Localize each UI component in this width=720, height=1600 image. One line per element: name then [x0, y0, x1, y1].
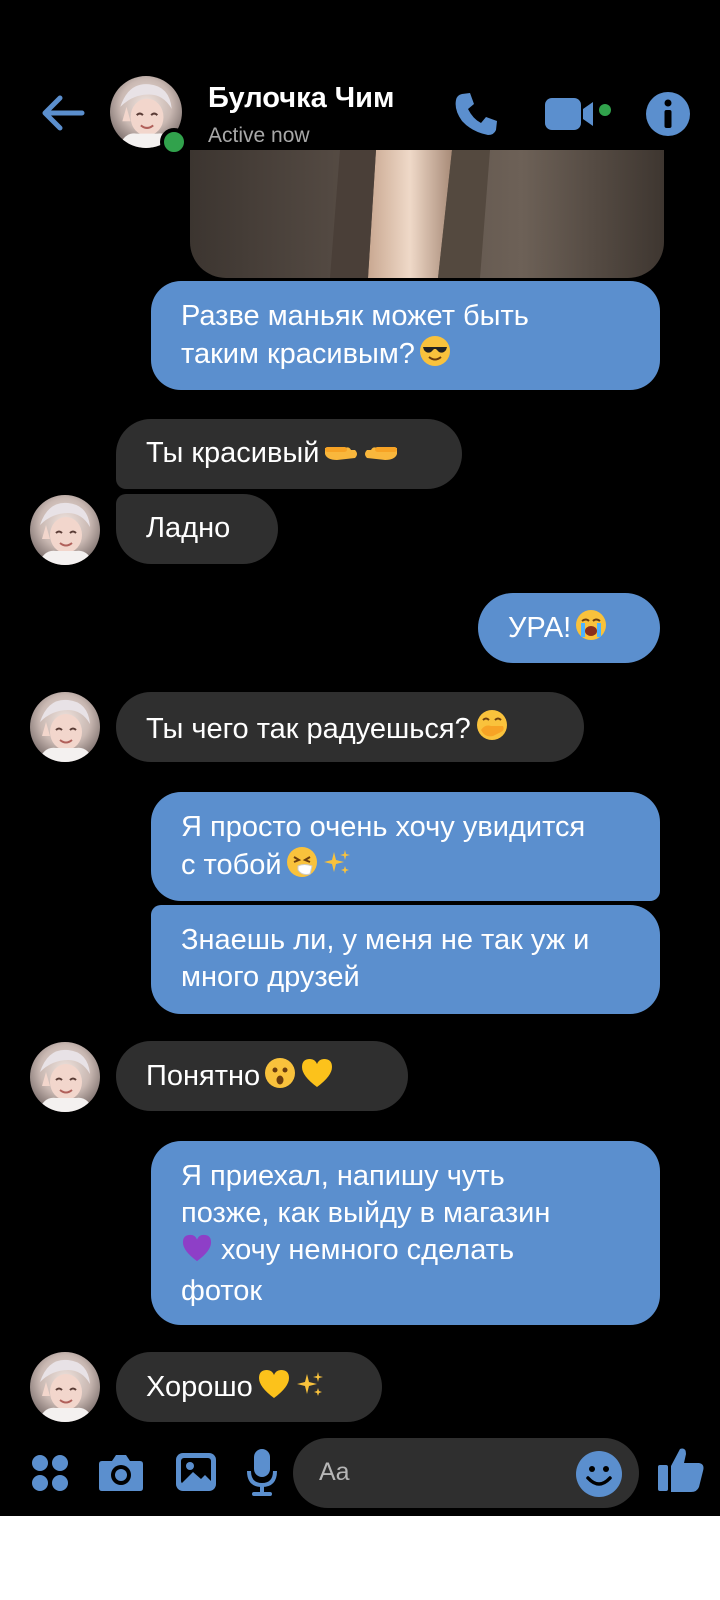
incoming-message[interactable]: Ты красивый: [116, 419, 462, 489]
message-text: УРА!: [508, 612, 572, 644]
avatar-photo: [30, 692, 100, 762]
microphone-icon[interactable]: [246, 1447, 278, 1497]
outgoing-message[interactable]: УРА!: [478, 593, 660, 663]
online-status-dot: [160, 128, 188, 156]
message-text-line: с тобой: [181, 849, 282, 881]
message-text-line: хочу немного сделать: [221, 1234, 515, 1266]
contact-avatar[interactable]: [30, 1352, 100, 1422]
incoming-message[interactable]: Хорошо: [116, 1352, 382, 1422]
sparkles-emoji-icon: [322, 848, 352, 888]
yellow-heart-emoji-icon: [257, 1368, 291, 1410]
message-text: Ты красивый: [146, 437, 320, 469]
avatar-photo: [30, 1352, 100, 1422]
message-text: Ладно: [146, 512, 231, 544]
crying-face-emoji-icon: [575, 609, 607, 651]
outgoing-message[interactable]: Я просто очень хочу увидится с тобой: [151, 792, 660, 901]
contact-avatar[interactable]: [30, 692, 100, 762]
pointing-hands-emoji-icon: [323, 436, 399, 476]
message-text: Хорошо: [146, 1371, 253, 1403]
message-text-line: таким красивым?: [181, 338, 415, 370]
avatar-photo: [30, 1042, 100, 1112]
contact-avatar[interactable]: [30, 495, 100, 565]
outgoing-message[interactable]: Я приехал, напишу чуть позже, как выйду …: [151, 1141, 660, 1325]
message-text-line: позже, как выйду в магазин: [181, 1197, 551, 1229]
incoming-message[interactable]: Ладно: [116, 494, 278, 564]
photo-content: [190, 150, 664, 278]
contact-status: Active now: [208, 124, 310, 147]
incoming-message[interactable]: Понятно: [116, 1041, 408, 1111]
outgoing-message[interactable]: Разве маньяк может быть таким красивым?: [151, 281, 660, 390]
video-call-icon[interactable]: [545, 92, 623, 136]
shared-photo[interactable]: [190, 150, 664, 278]
hand-over-mouth-emoji-icon: [475, 708, 509, 752]
camera-icon[interactable]: [98, 1451, 144, 1493]
sneezing-face-emoji-icon: [286, 846, 318, 888]
hushed-face-emoji-icon: [264, 1057, 296, 1099]
sparkles-emoji-icon: [295, 1370, 325, 1410]
sunglasses-emoji-icon: [419, 335, 451, 377]
avatar-photo: [30, 495, 100, 565]
message-text: Понятно: [146, 1060, 261, 1092]
purple-heart-emoji-icon: [181, 1233, 213, 1273]
info-icon[interactable]: [644, 90, 692, 138]
message-text-line: фоток: [181, 1275, 263, 1307]
message-input-placeholder: Aa: [319, 1458, 350, 1486]
contact-name[interactable]: Булочка Чим: [208, 82, 394, 115]
like-icon[interactable]: [656, 1445, 706, 1495]
gallery-icon[interactable]: [175, 1452, 217, 1492]
message-text-line: Разве маньяк может быть: [181, 300, 529, 332]
message-text-line: Я приехал, напишу чуть: [181, 1160, 505, 1192]
yellow-heart-emoji-icon: [300, 1057, 334, 1099]
outgoing-message[interactable]: Знаешь ли, у меня не так уж и много друз…: [151, 905, 660, 1014]
emoji-icon[interactable]: [575, 1450, 623, 1498]
contact-avatar[interactable]: [30, 1042, 100, 1112]
chat-screen: Булочка Чим Active now Разве маньяк може…: [0, 0, 720, 1516]
grid-menu-icon[interactable]: [30, 1453, 70, 1493]
phone-icon[interactable]: [450, 88, 502, 140]
back-arrow-icon[interactable]: [38, 88, 88, 138]
message-text-line: много друзей: [181, 961, 360, 993]
incoming-message[interactable]: Ты чего так радуешься?: [116, 692, 584, 762]
message-text-line: Знаешь ли, у меня не так уж и: [181, 924, 590, 956]
system-navigation-area: [0, 1516, 720, 1600]
message-text-line: Я просто очень хочу увидится: [181, 811, 586, 843]
message-text: Ты чего так радуешься?: [146, 713, 471, 745]
